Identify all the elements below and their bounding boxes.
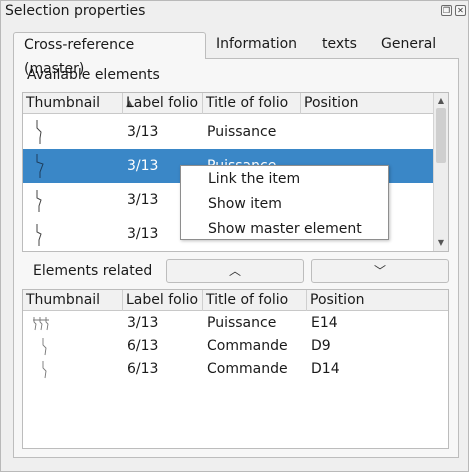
scroll-down-icon[interactable]: ▼ [436, 238, 446, 248]
cell-label-folio: 3/13 [127, 226, 159, 242]
context-menu: Link the item Show item Show master elem… [180, 165, 389, 240]
cell-label-folio: 3/13 [127, 124, 159, 140]
cell-title: Puissance [207, 315, 277, 331]
table-row[interactable]: 3/13 Puissance E14 [23, 312, 433, 335]
column-header-position[interactable]: Position [301, 93, 434, 114]
symbol-thumbnail-icon [36, 154, 44, 178]
menu-item-show-master-element[interactable]: Show master element [181, 218, 388, 243]
table-row[interactable]: 6/13 Commande D9 [23, 335, 433, 358]
cell-title: Puissance [207, 124, 277, 140]
symbol-thumbnail-icon [36, 190, 42, 212]
cell-position: D9 [311, 338, 331, 354]
properties-window: Selection properties ❐ ✕ Cross-reference… [0, 0, 469, 472]
move-up-button[interactable]: ︿ [166, 259, 304, 283]
available-header: Thumbnail ▲ Label folio Title of folio P… [23, 93, 448, 114]
cell-label-folio: 3/13 [127, 158, 159, 174]
column-header-label-folio[interactable]: Label folio [123, 93, 203, 114]
symbol-thumbnail-icon [36, 120, 42, 144]
cell-position: D14 [311, 361, 340, 377]
close-icon[interactable]: ✕ [455, 5, 466, 16]
elements-related-label: Elements related [33, 263, 153, 279]
float-icon[interactable]: ❐ [441, 5, 452, 16]
tab-general[interactable]: General [373, 32, 444, 58]
cell-position: E14 [311, 315, 338, 331]
available-elements-label: Available elements [27, 67, 160, 83]
vertical-scrollbar[interactable]: ▲ ▼ [433, 93, 448, 251]
menu-item-link-the-item[interactable]: Link the item [181, 168, 388, 193]
column-header-label-folio[interactable]: Label folio [123, 290, 203, 311]
tab-information[interactable]: Information [208, 32, 305, 58]
tab-cross-reference[interactable]: Cross-reference (master) [13, 32, 206, 77]
tab-texts[interactable]: texts [314, 32, 365, 58]
symbol-thumbnail-icon [36, 224, 42, 246]
table-row[interactable]: 6/13 Commande D14 [23, 358, 433, 381]
move-down-button[interactable]: ﹀ [311, 259, 449, 283]
column-header-title[interactable]: Title of folio [203, 290, 307, 311]
related-elements-list[interactable]: Thumbnail Label folio Title of folio Pos… [22, 289, 449, 449]
cell-title: Commande [207, 338, 288, 354]
related-header: Thumbnail Label folio Title of folio Pos… [23, 290, 448, 311]
scroll-up-icon[interactable]: ▲ [436, 96, 446, 106]
cell-label-folio: 6/13 [127, 338, 159, 354]
label-folio-text: Label folio [126, 95, 199, 111]
window-title: Selection properties [5, 3, 146, 19]
table-row[interactable]: 3/13 Puissance [23, 115, 433, 149]
scrollbar-thumb[interactable] [436, 108, 446, 163]
cell-title: Commande [207, 361, 288, 377]
symbol-thumbnail-icon [42, 361, 47, 379]
symbol-thumbnail-icon [42, 338, 47, 356]
title-bar: Selection properties ❐ ✕ [1, 1, 468, 23]
column-header-thumbnail[interactable]: Thumbnail [23, 93, 123, 114]
cell-label-folio: 6/13 [127, 361, 159, 377]
column-header-title[interactable]: Title of folio [203, 93, 301, 114]
chevron-down-icon: ﹀ [373, 264, 386, 278]
chevron-up-icon: ︿ [228, 264, 241, 278]
column-header-position[interactable]: Position [307, 290, 448, 311]
symbol-thumbnail-icon [33, 317, 49, 331]
menu-item-show-item[interactable]: Show item [181, 193, 388, 218]
column-header-thumbnail[interactable]: Thumbnail [23, 290, 123, 311]
cell-label-folio: 3/13 [127, 192, 159, 208]
cell-label-folio: 3/13 [127, 315, 159, 331]
